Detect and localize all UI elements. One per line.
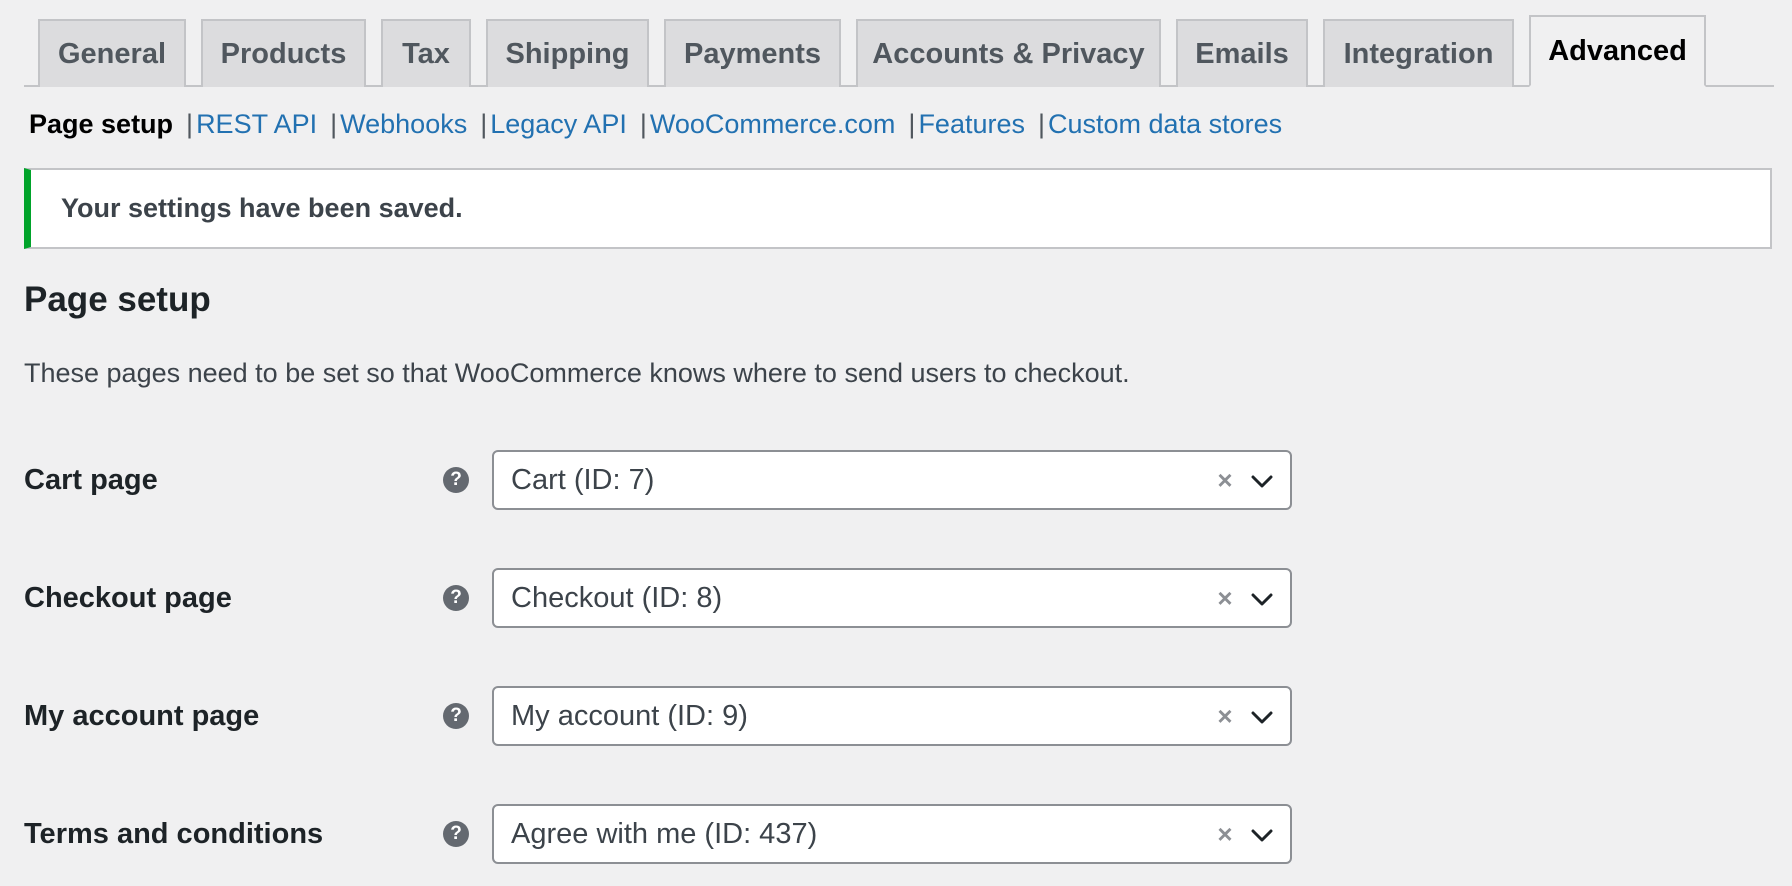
subnav-separator: | <box>639 108 647 139</box>
my-account-page-label: My account page <box>24 700 260 732</box>
checkout-page-select[interactable]: Checkout (ID: 8) × <box>492 568 1292 628</box>
tab-general[interactable]: General <box>38 19 186 87</box>
page-setup-title: Page setup <box>24 280 211 319</box>
cart-page-label: Cart page <box>24 464 158 496</box>
subnav-link-webhooks[interactable]: Webhooks <box>340 109 467 140</box>
tab-accounts-privacy[interactable]: Accounts & Privacy <box>856 19 1161 87</box>
terms-and-conditions-row: Terms and conditions ? Agree with me (ID… <box>0 804 1792 864</box>
cart-page-row: Cart page ? Cart (ID: 7) × <box>0 450 1792 510</box>
subnav-link-woocommerce-com[interactable]: WooCommerce.com <box>650 109 896 140</box>
my-account-page-select[interactable]: My account (ID: 9) × <box>492 686 1292 746</box>
select-value: Cart (ID: 7) <box>511 464 655 496</box>
tab-payments[interactable]: Payments <box>664 19 841 87</box>
settings-tab-bar: General Products Tax Shipping Payments A… <box>24 15 1774 87</box>
settings-saved-notice: Your settings have been saved. <box>24 168 1772 249</box>
clear-icon[interactable]: × <box>1210 583 1240 613</box>
checkout-page-row: Checkout page ? Checkout (ID: 8) × <box>0 568 1792 628</box>
subnav-separator: | <box>480 108 488 139</box>
tab-shipping[interactable]: Shipping <box>486 19 649 87</box>
subnav-link-legacy-api[interactable]: Legacy API <box>490 109 627 140</box>
clear-icon[interactable]: × <box>1210 465 1240 495</box>
subnav-link-features[interactable]: Features <box>918 109 1025 140</box>
cart-page-select[interactable]: Cart (ID: 7) × <box>492 450 1292 510</box>
section-subnav: Page setup | REST API | Webhooks | Legac… <box>29 106 1282 142</box>
clear-icon[interactable]: × <box>1210 701 1240 731</box>
subnav-separator: | <box>330 108 338 139</box>
chevron-down-icon[interactable] <box>1249 586 1275 612</box>
subnav-separator: | <box>908 108 916 139</box>
notice-text: Your settings have been saved. <box>61 193 463 223</box>
tab-tax[interactable]: Tax <box>381 19 471 87</box>
chevron-down-icon[interactable] <box>1249 468 1275 494</box>
help-icon[interactable]: ? <box>443 585 469 611</box>
woocommerce-advanced-settings: General Products Tax Shipping Payments A… <box>0 0 1792 886</box>
help-icon[interactable]: ? <box>443 821 469 847</box>
checkout-page-label: Checkout page <box>24 582 232 614</box>
help-icon[interactable]: ? <box>443 467 469 493</box>
terms-and-conditions-label: Terms and conditions <box>24 818 324 850</box>
terms-and-conditions-select[interactable]: Agree with me (ID: 437) × <box>492 804 1292 864</box>
subnav-link-rest-api[interactable]: REST API <box>196 109 317 140</box>
chevron-down-icon[interactable] <box>1249 704 1275 730</box>
tab-emails[interactable]: Emails <box>1176 19 1308 87</box>
clear-icon[interactable]: × <box>1210 819 1240 849</box>
tab-products[interactable]: Products <box>201 19 366 87</box>
subnav-separator: | <box>1038 108 1046 139</box>
tab-advanced[interactable]: Advanced <box>1529 15 1706 87</box>
help-icon[interactable]: ? <box>443 703 469 729</box>
chevron-down-icon[interactable] <box>1249 822 1275 848</box>
select-value: My account (ID: 9) <box>511 700 748 732</box>
select-value: Agree with me (ID: 437) <box>511 818 818 850</box>
tab-integration[interactable]: Integration <box>1323 19 1514 87</box>
subnav-separator: | <box>186 108 194 139</box>
my-account-page-row: My account page ? My account (ID: 9) × <box>0 686 1792 746</box>
subnav-link-custom-data-stores[interactable]: Custom data stores <box>1048 109 1282 140</box>
page-setup-description: These pages need to be set so that WooCo… <box>24 358 1130 388</box>
select-value: Checkout (ID: 8) <box>511 582 723 614</box>
subnav-current-page-setup: Page setup <box>29 108 174 139</box>
